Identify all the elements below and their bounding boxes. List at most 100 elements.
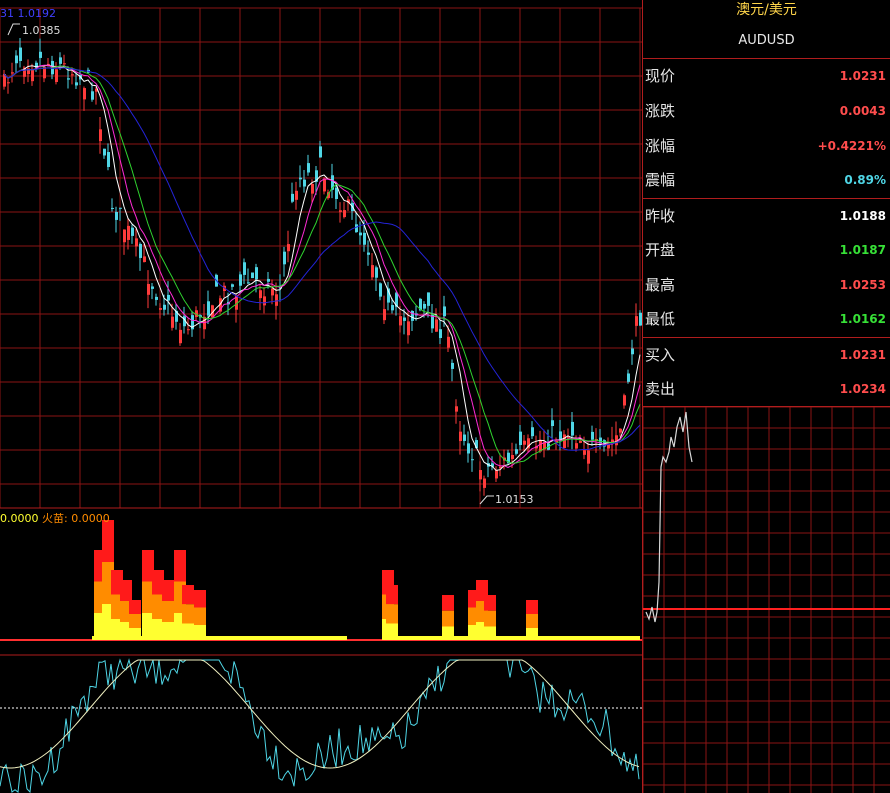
candle-body [63,63,66,65]
candle-body [591,431,594,440]
candle-body [251,272,254,279]
candle-body [511,455,514,460]
candle-body [451,362,454,369]
candle-body [267,278,270,282]
quote-row-current: 现价 1.0231 [643,59,890,94]
candle-body [151,286,154,289]
candle-body [311,183,314,194]
candle-body [11,72,14,74]
candle-body [231,284,234,287]
candle-body [275,294,278,306]
candle-body [367,252,370,255]
candle-body [619,428,622,433]
candle-body [407,321,410,336]
candle-body [523,440,526,445]
candle-body [303,179,306,187]
candle-body [167,294,170,301]
candle-body [447,336,450,348]
high-marker-line [7,23,20,36]
candle-body [7,82,10,84]
candle-body [239,274,242,286]
quote-value: 1.0231 [839,348,886,362]
candle-body [75,82,78,86]
candle-body [71,74,74,76]
candle-body [107,152,110,167]
candle-body [383,309,386,321]
low-price-marker: 1.0153 [495,493,534,506]
candle-body [455,406,458,412]
quote-row-low: 最低 1.0162 [643,302,890,337]
candle-body [55,69,58,83]
kline-chart[interactable] [0,0,642,793]
candle-body [259,290,262,299]
flame-base-band [382,636,640,640]
candle-body [299,177,302,180]
candle-body [631,348,634,355]
candle-body [423,303,426,309]
quote-value: 1.0188 [839,209,886,223]
candle-body [339,210,342,212]
indicator-legend-name: 火苗: [42,512,68,525]
high-price-value: 1.0385 [22,24,61,37]
candle-body [159,308,162,310]
flame-bar-top [182,585,194,605]
candle-body [403,317,406,321]
candle-body [247,282,250,284]
quote-row-change-pct: 涨幅 +0.4221% [643,129,890,164]
indicator-legend-value: 0.0000 [0,512,39,525]
candle-body [263,296,266,306]
candle-body [439,329,442,339]
flame-bar-top [484,595,496,611]
candle-body [83,88,86,100]
ma-line-mid [3,64,641,468]
candle-body [583,450,586,455]
candle-body [579,440,582,443]
candle-body [427,292,430,306]
ma-line-slow [3,65,641,464]
candle-body [319,146,322,158]
main-chart-legend: 31 1.0192 [0,7,56,20]
oscillator-fast-line [0,658,640,793]
candle-body [391,305,394,311]
quote-panel: 澳元/美元 AUDUSD 现价 1.0231 涨跌 0.0043 涨幅 +0.4… [643,0,890,793]
candle-body [587,450,590,464]
low-marker-line [479,495,494,505]
candle-body [575,443,578,449]
candle-body [531,427,534,437]
candle-body [155,296,158,300]
candle-body [375,267,378,278]
candle-body [103,148,106,156]
instrument-symbol: AUDUSD [738,33,795,48]
intraday-mini-chart[interactable] [643,407,890,793]
candle-body [471,459,474,461]
oscillator-slow-line [0,659,640,769]
main-legend-prefix: 31 [0,7,14,20]
candle-body [135,238,138,247]
candle-body [371,265,374,278]
candle-body [463,434,466,441]
candle-body [343,210,346,218]
candle-body [519,431,522,446]
candle-body [363,232,366,245]
flame-bar-mid [194,607,206,625]
flame-bar-mid [526,614,538,628]
candle-body [399,316,402,326]
candle-body [323,179,326,192]
flame-bar-top [102,520,114,562]
kline-chart-area[interactable]: 31 1.0192 1.0385 1.0153 0.0000 火苗: 0.000… [0,0,642,793]
flame-bar-top [194,590,206,608]
flame-base-band [92,636,347,640]
quote-value: 0.89% [844,173,886,187]
candle-body [59,57,62,64]
quote-label: 现价 [645,67,676,85]
candle-body [335,187,338,200]
candle-body [99,129,102,142]
flame-bar-top [120,580,132,601]
candle-body [143,256,146,263]
candle-body [123,229,126,243]
candle-body [495,470,498,479]
candle-body [623,395,626,406]
candle-body [283,251,286,265]
quote-label: 震幅 [645,171,676,189]
candle-body [359,232,362,236]
